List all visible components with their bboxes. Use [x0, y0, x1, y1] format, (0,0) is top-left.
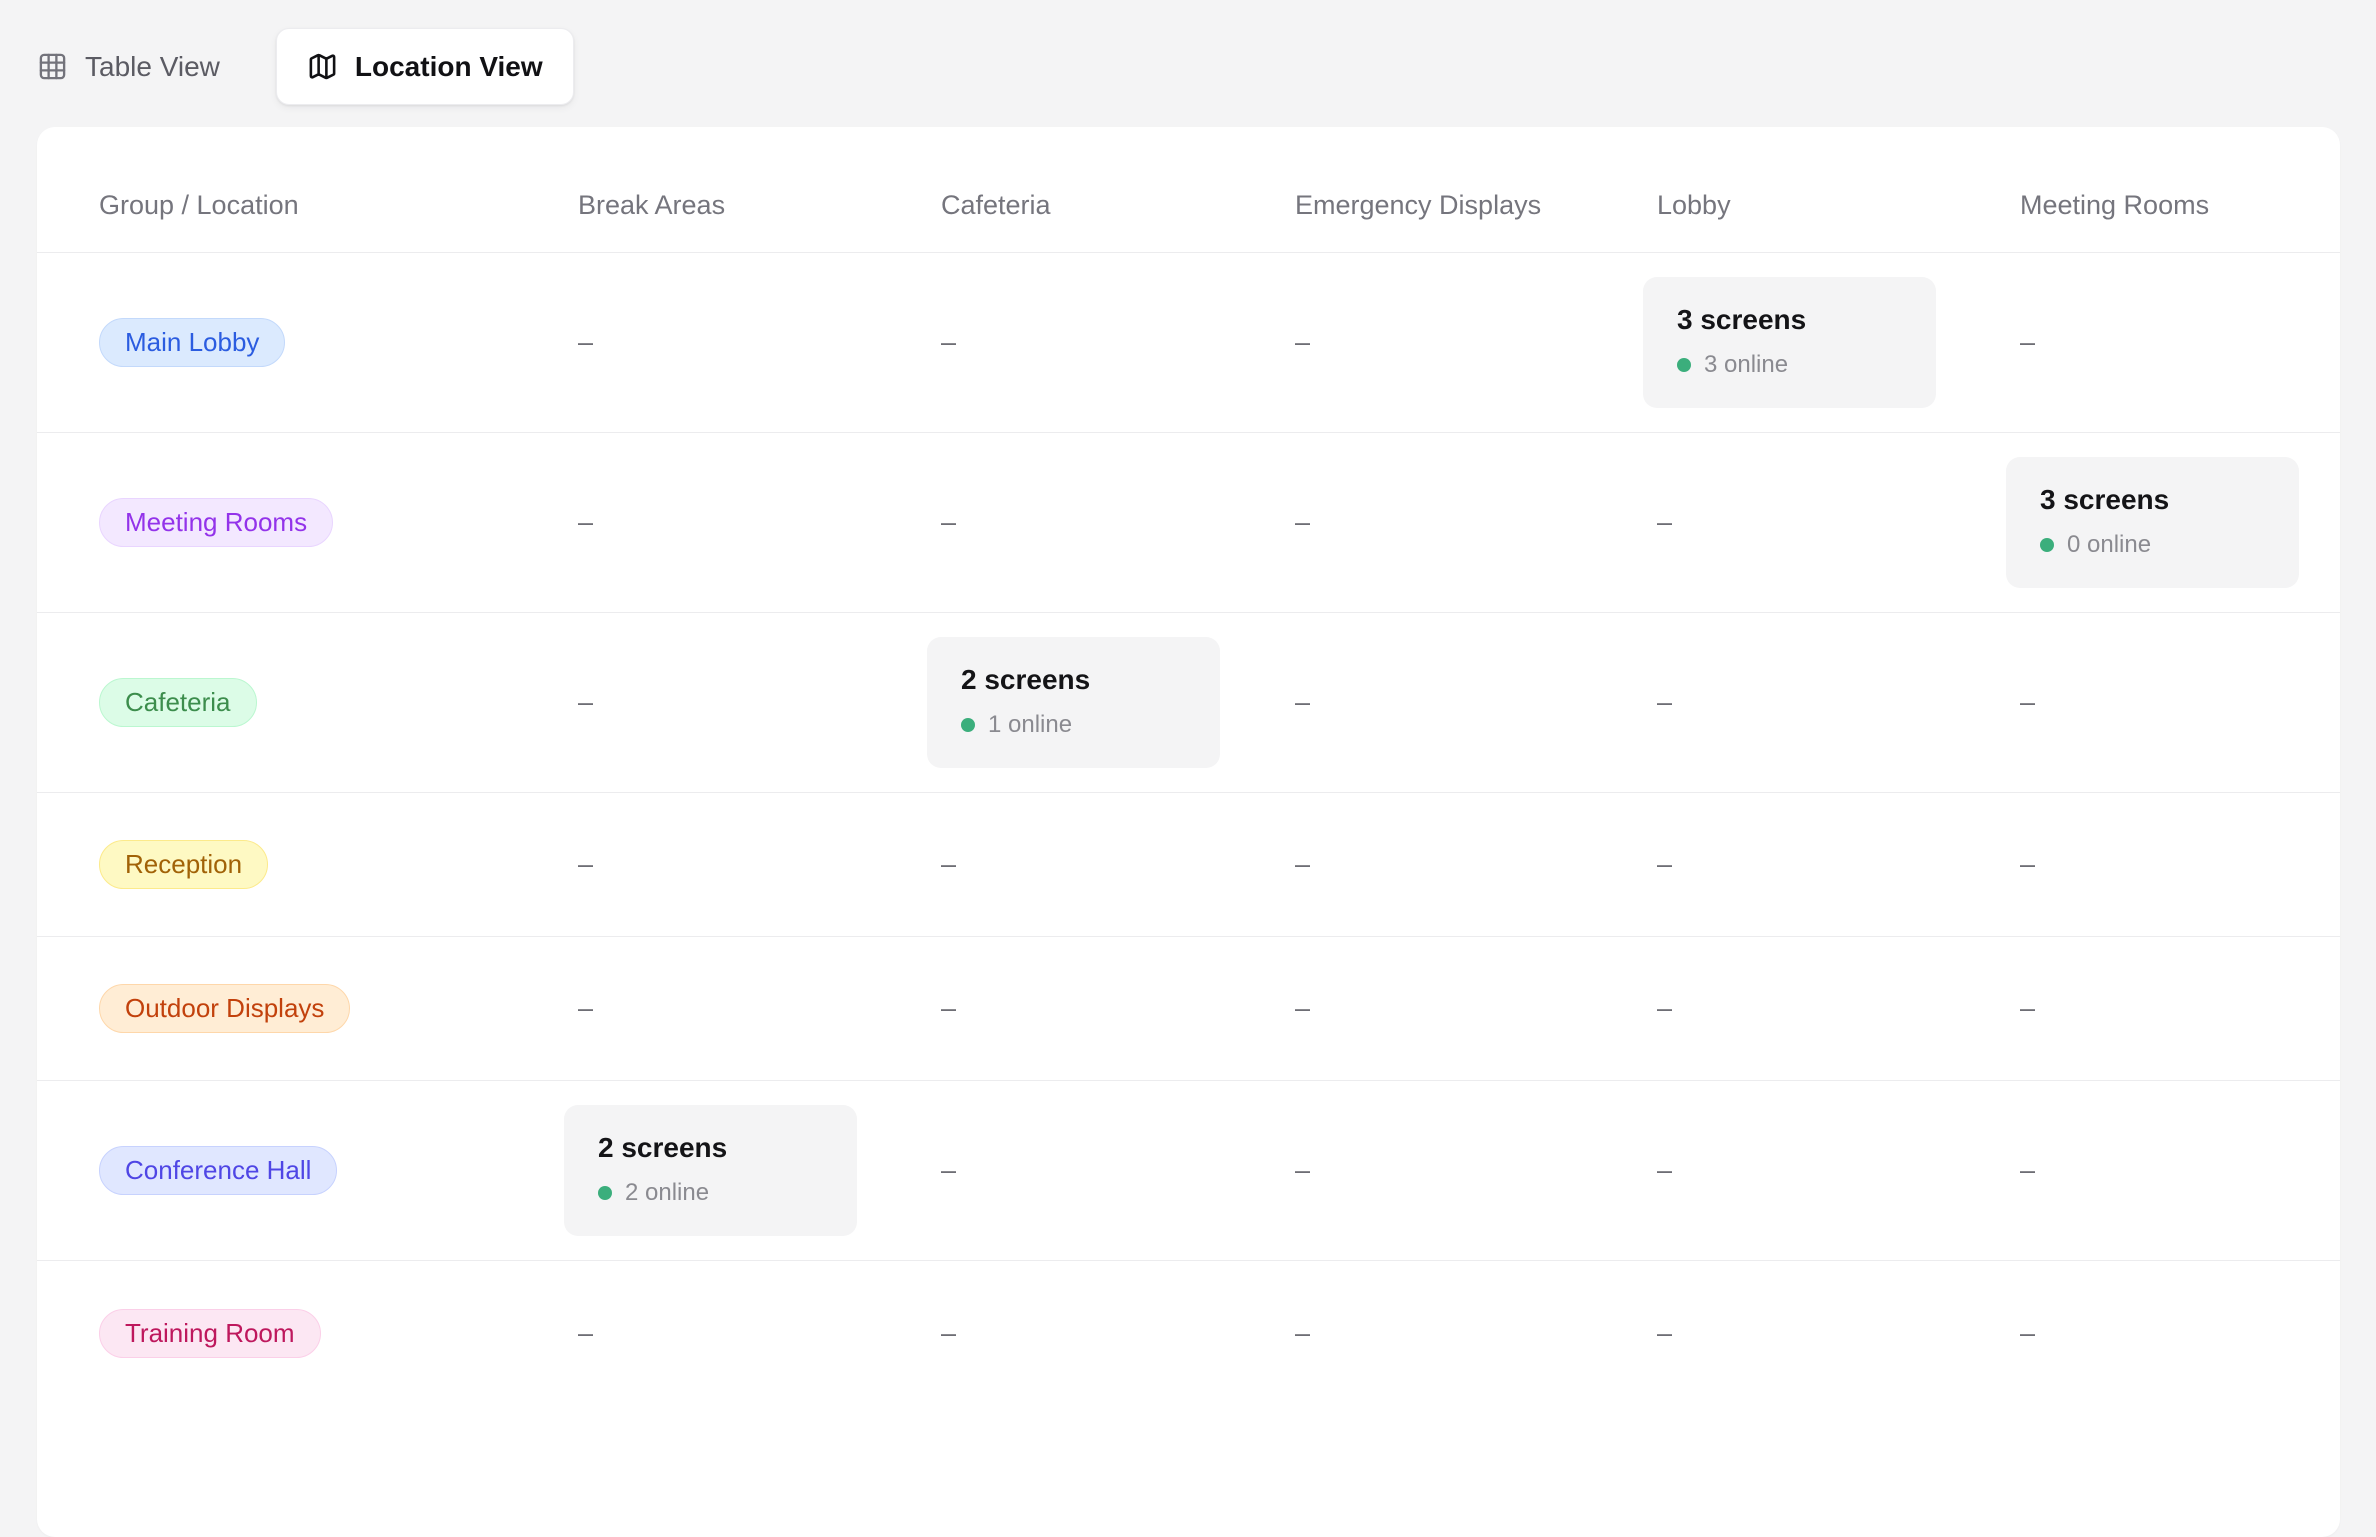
column-header-break-areas: Break Areas — [578, 190, 941, 221]
screen-group-card-main-lobby-lobby[interactable]: 3 screens 3 online — [1643, 277, 1936, 408]
screen-count: 2 screens — [598, 1132, 823, 1164]
matrix-row-outdoor-displays: Outdoor Displays – – – – – — [37, 937, 2340, 1081]
empty-cell-dash: – — [2020, 687, 2340, 718]
view-switcher: Table View Location View — [37, 14, 574, 119]
empty-cell-dash: – — [2020, 1318, 2340, 1349]
empty-cell-dash: – — [578, 1318, 941, 1349]
empty-cell-dash: – — [2020, 849, 2340, 880]
tab-table-view[interactable]: Table View — [37, 28, 250, 105]
location-matrix-panel: Group / Location Break Areas Cafeteria E… — [37, 127, 2340, 1537]
empty-cell-dash: – — [1657, 507, 2020, 538]
matrix-row-training-room: Training Room – – – – – — [37, 1261, 2340, 1405]
group-badge-reception: Reception — [99, 840, 268, 889]
matrix-row-meeting-rooms: Meeting Rooms – – – – 3 screens 0 online — [37, 433, 2340, 613]
empty-cell-dash: – — [941, 849, 1295, 880]
empty-cell-dash: – — [1657, 1318, 2020, 1349]
empty-cell-dash: – — [1295, 1318, 1657, 1349]
column-header-cafeteria: Cafeteria — [941, 190, 1295, 221]
online-count: 0 online — [2067, 531, 2151, 559]
empty-cell-dash: – — [941, 1318, 1295, 1349]
empty-cell-dash: – — [1295, 507, 1657, 538]
group-badge-outdoor-displays: Outdoor Displays — [99, 984, 350, 1033]
empty-cell-dash: – — [941, 1155, 1295, 1186]
screen-count: 2 screens — [961, 664, 1186, 696]
empty-cell-dash: – — [1295, 327, 1657, 358]
column-header-meeting-rooms: Meeting Rooms — [2020, 190, 2340, 221]
online-status-dot — [598, 1186, 612, 1200]
matrix-row-cafeteria: Cafeteria – 2 screens 1 online – – – — [37, 613, 2340, 793]
column-header-group-location: Group / Location — [99, 190, 578, 221]
online-status-dot — [1677, 358, 1691, 372]
group-badge-training-room: Training Room — [99, 1309, 321, 1358]
group-badge-cafeteria: Cafeteria — [99, 678, 257, 727]
online-count: 2 online — [625, 1179, 709, 1207]
map-icon — [307, 51, 338, 82]
matrix-row-conference-hall: Conference Hall 2 screens 2 online – – –… — [37, 1081, 2340, 1261]
empty-cell-dash: – — [1295, 1155, 1657, 1186]
empty-cell-dash: – — [1657, 687, 2020, 718]
table-grid-icon — [37, 51, 68, 82]
empty-cell-dash: – — [1295, 687, 1657, 718]
empty-cell-dash: – — [941, 993, 1295, 1024]
empty-cell-dash: – — [578, 327, 941, 358]
empty-cell-dash: – — [1657, 849, 2020, 880]
group-badge-meeting-rooms: Meeting Rooms — [99, 498, 333, 547]
empty-cell-dash: – — [2020, 993, 2340, 1024]
column-header-lobby: Lobby — [1657, 190, 2020, 221]
empty-cell-dash: – — [578, 687, 941, 718]
empty-cell-dash: – — [2020, 327, 2340, 358]
empty-cell-dash: – — [1295, 849, 1657, 880]
online-count: 1 online — [988, 711, 1072, 739]
online-status-dot — [2040, 538, 2054, 552]
empty-cell-dash: – — [941, 507, 1295, 538]
matrix-header-row: Group / Location Break Areas Cafeteria E… — [37, 127, 2340, 253]
column-header-emergency-displays: Emergency Displays — [1295, 190, 1657, 221]
tab-label: Table View — [85, 51, 220, 83]
online-count: 3 online — [1704, 351, 1788, 379]
empty-cell-dash: – — [578, 507, 941, 538]
screen-count: 3 screens — [2040, 484, 2265, 516]
empty-cell-dash: – — [578, 993, 941, 1024]
group-badge-conference-hall: Conference Hall — [99, 1146, 337, 1195]
empty-cell-dash: – — [2020, 1155, 2340, 1186]
matrix-row-reception: Reception – – – – – — [37, 793, 2340, 937]
screen-group-card-conference-hall-break-areas[interactable]: 2 screens 2 online — [564, 1105, 857, 1236]
screen-group-card-meeting-rooms[interactable]: 3 screens 0 online — [2006, 457, 2299, 588]
empty-cell-dash: – — [1295, 993, 1657, 1024]
group-badge-main-lobby: Main Lobby — [99, 318, 285, 367]
empty-cell-dash: – — [578, 849, 941, 880]
online-status-dot — [961, 718, 975, 732]
matrix-row-main-lobby: Main Lobby – – – 3 screens 3 online – — [37, 253, 2340, 433]
empty-cell-dash: – — [1657, 1155, 2020, 1186]
empty-cell-dash: – — [1657, 993, 2020, 1024]
tab-label: Location View — [355, 51, 543, 83]
empty-cell-dash: – — [941, 327, 1295, 358]
screen-count: 3 screens — [1677, 304, 1902, 336]
screen-group-card-cafeteria[interactable]: 2 screens 1 online — [927, 637, 1220, 768]
tab-location-view[interactable]: Location View — [276, 28, 574, 105]
